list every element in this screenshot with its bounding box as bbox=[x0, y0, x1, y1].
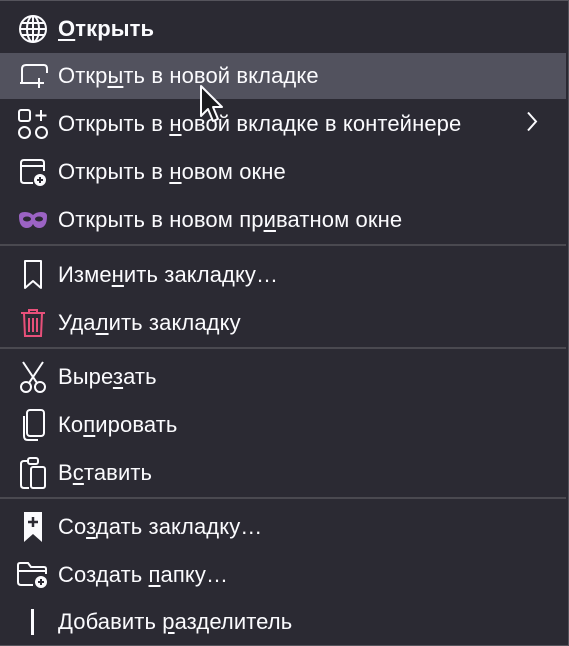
menu-item-label: Открыть в новом приватном окне bbox=[58, 207, 403, 232]
menu-item-open-in-container[interactable]: Открыть в новой вкладке в контейнере bbox=[0, 101, 566, 147]
new-tab-icon bbox=[16, 59, 50, 93]
menu-item-cut[interactable]: Вырезать bbox=[0, 354, 566, 400]
menu-item-label: Копировать bbox=[58, 412, 178, 437]
add-bookmark-icon bbox=[16, 510, 50, 544]
menu-separator bbox=[0, 244, 566, 246]
menu-item-delete-bookmark[interactable]: Удалить закладку bbox=[0, 300, 566, 346]
copy-icon bbox=[16, 408, 50, 442]
globe-icon bbox=[16, 12, 50, 46]
context-menu: Открыть Открыть в новой вкладке Открыть … bbox=[0, 0, 569, 646]
menu-item-open-new-tab[interactable]: Открыть в новой вкладке bbox=[0, 53, 566, 99]
clipboard-icon bbox=[16, 456, 50, 490]
menu-item-label: Открыть bbox=[58, 16, 155, 41]
menu-item-label: Открыть в новом окне bbox=[58, 159, 286, 184]
menu-item-label: Создать закладку… bbox=[58, 514, 263, 539]
menu-item-label: Открыть в новой вкладке в контейнере bbox=[58, 111, 462, 136]
bookmark-icon bbox=[16, 258, 50, 292]
menu-item-paste[interactable]: Вставить bbox=[0, 450, 566, 496]
menu-item-add-separator[interactable]: Добавить разделитель bbox=[0, 599, 566, 645]
private-mask-icon bbox=[16, 203, 50, 237]
separator-icon bbox=[16, 605, 50, 639]
container-icon bbox=[16, 107, 50, 141]
menu-item-create-bookmark[interactable]: Создать закладку… bbox=[0, 504, 566, 550]
menu-item-label: Открыть в новой вкладке bbox=[58, 63, 319, 88]
menu-item-edit-bookmark[interactable]: Изменить закладку… bbox=[0, 252, 566, 298]
new-folder-icon bbox=[16, 558, 50, 592]
chevron-right-icon bbox=[526, 111, 538, 138]
menu-item-label: Удалить закладку bbox=[58, 310, 241, 335]
menu-item-open[interactable]: Открыть bbox=[0, 6, 566, 52]
menu-item-label: Вставить bbox=[58, 460, 153, 485]
menu-item-open-private-window[interactable]: Открыть в новом приватном окне bbox=[0, 197, 566, 243]
menu-item-label: Создать папку… bbox=[58, 562, 229, 587]
menu-separator bbox=[0, 497, 566, 499]
new-window-icon bbox=[16, 155, 50, 189]
scissors-icon bbox=[16, 360, 50, 394]
menu-item-copy[interactable]: Копировать bbox=[0, 402, 566, 448]
menu-item-label: Изменить закладку… bbox=[58, 262, 279, 287]
menu-item-label: Добавить разделитель bbox=[58, 609, 293, 634]
menu-item-create-folder[interactable]: Создать папку… bbox=[0, 552, 566, 598]
menu-item-open-new-window[interactable]: Открыть в новом окне bbox=[0, 149, 566, 195]
trash-icon bbox=[16, 306, 50, 340]
menu-item-label: Вырезать bbox=[58, 364, 157, 389]
menu-separator bbox=[0, 347, 566, 349]
